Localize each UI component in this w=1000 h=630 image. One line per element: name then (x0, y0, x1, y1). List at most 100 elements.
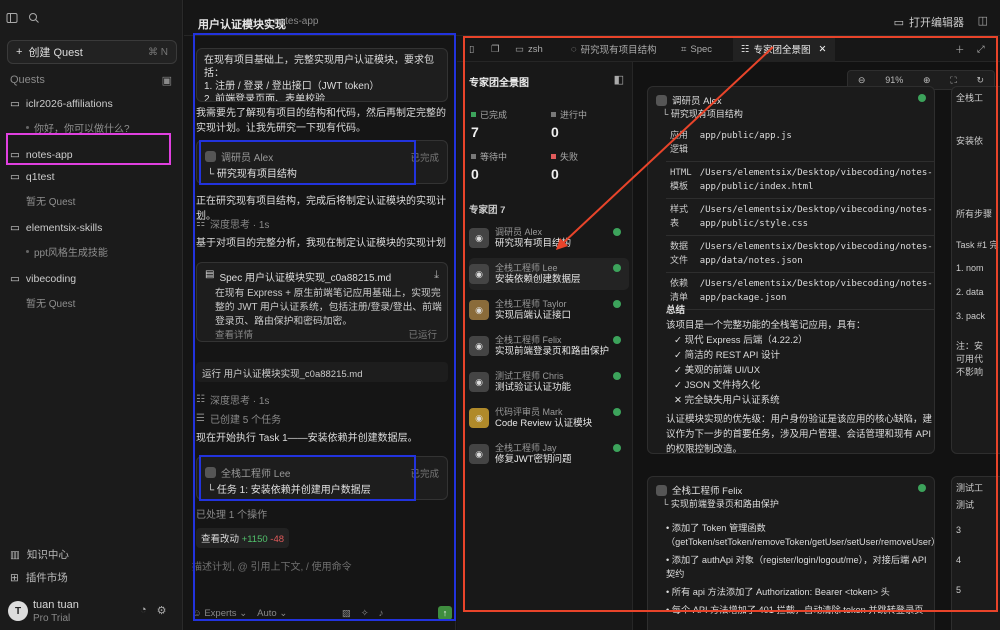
stat-value: 0 (551, 166, 559, 182)
maximize-icon[interactable]: ⤢ (969, 36, 993, 62)
stat-label: 进行中 (560, 110, 588, 120)
spec-status: 已运行 (408, 330, 437, 341)
new-folder-icon[interactable]: ▣ (162, 74, 172, 87)
card-task: └ 研究现有项目结构 (662, 109, 743, 119)
card-line: 可用代 (956, 354, 984, 364)
open-editor-button[interactable]: ▭ 打开编辑器 (894, 14, 964, 30)
quest-item[interactable]: 你好，你可以做什么? (26, 120, 176, 135)
list-item-text: 添加了 Token 管理函数（getToken/setToken/removeT… (666, 523, 935, 547)
sidebar-toggle-icon[interactable] (6, 12, 18, 24)
microphone-icon[interactable]: ♪ (379, 608, 384, 619)
check-icon (918, 484, 926, 492)
agent-task: └ 研究现有项目结构 (207, 169, 297, 180)
tab-research[interactable]: ◌ 研究现有项目结构 (563, 36, 665, 62)
plugins-label: 插件市场 (25, 572, 68, 584)
card-line: 2. data (956, 287, 984, 297)
thinking-row[interactable]: ☷ 深度思考 · 1s (196, 216, 269, 231)
agent-task-label: 任务 1: 安装依赖并创建用户数据层 (216, 485, 371, 496)
plugin-market-link[interactable]: ⊞ 插件市场 (10, 570, 68, 585)
fit-icon[interactable]: ⛶ (950, 75, 956, 86)
gear-icon[interactable]: ⚙ (157, 604, 167, 617)
zoom-in-icon[interactable]: ⊕ (923, 75, 931, 86)
search-icon[interactable] (28, 12, 40, 24)
new-quest-button[interactable]: + 创建 Quest ⌘ N (7, 40, 177, 64)
project-name: vibecoding (25, 273, 77, 285)
brain-icon: ☷ (196, 394, 205, 405)
spec-header: ▤ Spec 用户认证模块实现_c0a88215.md (205, 269, 391, 284)
tab-copy-icon[interactable]: ❐ (483, 36, 508, 62)
member-role: 调研员 Alex (495, 227, 543, 237)
tab-spec[interactable]: ⌗ Spec (673, 36, 720, 62)
project-notes-app[interactable]: ▭ notes-app (10, 149, 175, 161)
team-icon: ☷ (741, 43, 750, 55)
thinking-row[interactable]: ☷ 深度思考 · 1s (196, 392, 269, 407)
mode-selector[interactable]: ☺ Experts ⌄ (192, 608, 247, 619)
agent-card-lee[interactable]: 全栈工程师 Lee └ 任务 1: 安装依赖并创建用户数据层 已完成 (196, 456, 448, 500)
chat-input[interactable]: 描述计划, @ 引用上下文, / 使用命令 (192, 558, 352, 573)
image-icon[interactable]: ▨ (342, 608, 351, 619)
status-swatch (551, 112, 556, 117)
member-felix[interactable]: ◉ 全栈工程师 Felix 实现前端登录页和路由保护 (469, 330, 629, 362)
folder-icon: ▭ (10, 222, 20, 234)
project-iclr2026[interactable]: ▭ iclr2026-affiliations (10, 98, 175, 110)
member-lee[interactable]: ◉ 全栈工程师 Lee 安装依赖创建数据层 (469, 258, 629, 290)
view-changes-button[interactable]: 查看改动 +1150 -48 (196, 528, 290, 548)
project-vibecoding[interactable]: ▭ vibecoding (10, 273, 175, 285)
spec-card[interactable]: ▤ Spec 用户认证模块实现_c0a88215.md ⤓ 在现有 Express… (196, 262, 448, 342)
tasks-created-label: 已创建 5 个任务 (209, 415, 282, 426)
row-key: 数据文件 (666, 235, 696, 273)
mode-label: Experts (204, 607, 237, 619)
robot-icon (205, 151, 216, 162)
member-chris[interactable]: ◉ 测试工程师 Chris 测试验证认证功能 (469, 366, 629, 398)
empty-quest-note: 暂无 Quest (26, 295, 176, 310)
layout-toggle-icon[interactable]: ◫ (978, 14, 988, 27)
table-row: HTML 模板/Users/elementsix/Desktop/vibecod… (666, 161, 934, 199)
spec-title: Spec 用户认证模块实现_c0a88215.md (219, 273, 392, 284)
run-spec-row[interactable]: 运行 用户认证模块实现_c0a88215.md (196, 362, 448, 382)
avatar[interactable]: T (8, 601, 28, 621)
tab-map-icon[interactable]: ▯ (461, 36, 482, 62)
model-label: Auto (257, 607, 277, 619)
list-item-text: 所有 api 方法添加了 Authorization: Bearer <toke… (671, 587, 890, 597)
agent-card-alex[interactable]: 调研员 Alex └ 研究现有项目结构 已完成 (196, 140, 448, 184)
folder-icon: ▭ (10, 149, 20, 161)
summary-priority: 认证模块实现的优先级：用户身份验证是该应用的核心缺陷，建议作为下一步的首要任务，… (666, 414, 933, 454)
reset-icon[interactable]: ↻ (977, 75, 985, 86)
run-label: 运行 用户认证模块实现_c0a88215.md (202, 369, 363, 380)
alex-result-card: 调研员 Alex └ 研究现有项目结构 应用逻辑 app/public/app.j… (647, 86, 935, 454)
expert-overview-panel: 专家团全景图 ◧ 已完成 7 进行中 0 等待中 0 失败 0 专家团 7 ◉ 调… (457, 62, 633, 630)
summary-bullet: ✓ 现代 Express 后端（4.22.2） (674, 335, 808, 346)
collapse-icon[interactable]: ◧ (614, 73, 624, 86)
editor-icon: ▭ (893, 16, 904, 29)
member-jay[interactable]: ◉ 全栈工程师 Jay 修复JWT密钥问题 (469, 438, 629, 470)
project-elementsix-skills[interactable]: ▭ elementsix-skills (10, 222, 175, 234)
project-name: q1test (25, 171, 55, 183)
expert-detail-canvas: ⊖ 91% ⊕ ⛶ ↻ 调研员 Alex └ 研究现有项目结构 应用逻辑 app/… (633, 62, 1000, 630)
speedometer-icon[interactable]: ◔ (140, 604, 147, 617)
member-mark[interactable]: ◉ 代码评审员 Mark Code Review 认证模块 (469, 402, 629, 434)
tab-expert-overview[interactable]: ☷ 专家团全景图 ✕ (733, 36, 835, 62)
member-alex[interactable]: ◉ 调研员 Alex 研究现有项目结构 (469, 222, 629, 254)
project-name: notes-app (25, 149, 73, 161)
knowledge-center-link[interactable]: ▥ 知识中心 (10, 547, 69, 562)
table-row: 应用逻辑 app/public/app.js (666, 125, 934, 162)
stat-completed: 已完成 (471, 108, 507, 121)
model-selector[interactable]: Auto ⌄ (257, 608, 287, 619)
tab-terminal[interactable]: ▭ zsh (507, 36, 551, 62)
close-icon[interactable]: ✕ (819, 44, 827, 55)
send-button[interactable]: ↑ (438, 606, 452, 620)
tasks-created-row[interactable]: ☰ 已创建 5 个任务 (196, 411, 281, 426)
download-icon[interactable]: ⤓ (434, 269, 439, 282)
thinking-label: 深度思考 · 1s (209, 396, 270, 407)
assistant-text: 我需要先了解现有项目的结构和代码，然后再制定完整的实现计划。让我先研究一下现有代… (196, 108, 446, 134)
quest-item[interactable]: ppt风格生成技能 (26, 244, 176, 259)
list-item-text: 添加了 authApi 对象（register/login/logout/me）… (666, 555, 927, 579)
view-details-link[interactable]: 查看详情 (215, 327, 253, 341)
assistant-text: 现在开始执行 Task 1——安装依赖并创建数据层。 (196, 433, 418, 444)
card-role: 全栈工程师 Felix (672, 486, 743, 497)
card-line: 测试 (956, 500, 975, 510)
zoom-out-icon[interactable]: ⊖ (858, 75, 866, 86)
project-q1test[interactable]: ▭ q1test (10, 171, 175, 183)
member-taylor[interactable]: ◉ 全栈工程师 Taylor 实现后端认证接口 (469, 294, 629, 326)
sparkle-icon[interactable]: ✧ (361, 608, 369, 619)
